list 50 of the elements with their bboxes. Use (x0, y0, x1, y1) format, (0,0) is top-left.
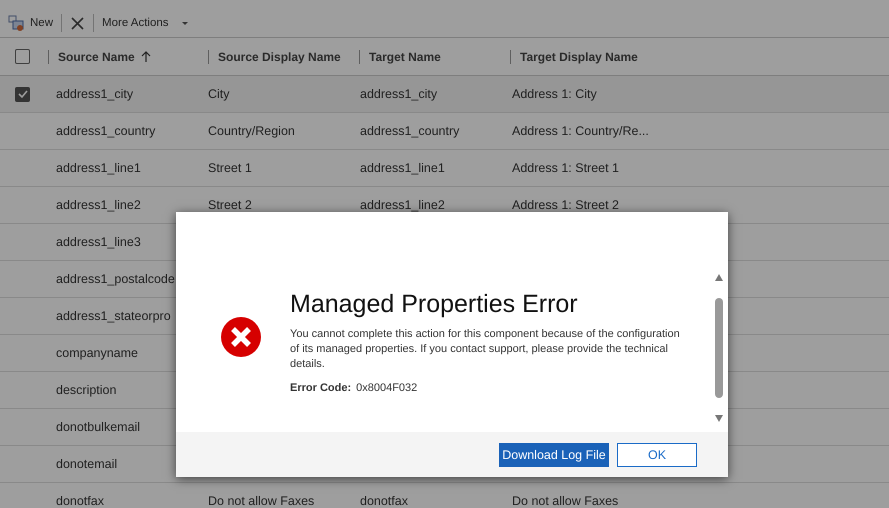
table-cell-text: donotfax (56, 494, 105, 508)
more-actions-menu[interactable]: More Actions (98, 11, 192, 35)
scroll-down-icon (715, 415, 723, 422)
table-cell-text: address1_postalcode (56, 272, 176, 286)
table-cell-text: donotfax (360, 494, 409, 508)
select-all-checkbox[interactable] (15, 49, 30, 64)
error-message: You cannot complete this action for this component because of the configuration of its managed properties. If you contact support, please provide the technical details. (290, 327, 681, 372)
table-cell-text: Street 1 (208, 161, 253, 175)
table-cell-text: Do not allow Faxes (512, 494, 620, 508)
column-header[interactable]: Source Name (48, 50, 208, 64)
table-cell-text: address1_line1 (360, 161, 446, 175)
table-cell-text: Address 1: Country/Re... (512, 124, 650, 138)
table-cell-text: address1_city (360, 87, 438, 101)
table-cell-text: companyname (56, 346, 139, 360)
scrollbar-thumb[interactable] (715, 298, 723, 398)
table-cell-text: donotemail (56, 457, 118, 471)
caret-icon (182, 22, 188, 24)
table-cell-text: Address 1: Street 1 (512, 161, 620, 175)
error-icon (221, 317, 261, 357)
table-cell-text: Address 1: Street 2 (512, 198, 620, 212)
new-record-icon (8, 15, 24, 31)
scroll-up-icon (715, 274, 723, 281)
column-header[interactable]: Source Display Name (208, 50, 359, 64)
row-checkbox[interactable] (15, 86, 30, 102)
table-cell-text: address1_country (360, 124, 460, 138)
scrollbar[interactable] (714, 274, 724, 422)
table-cell-text: address1_line3 (56, 235, 142, 249)
table-cell-text: City (208, 87, 231, 101)
table-cell-text: address1_line2 (360, 198, 446, 212)
table-cell-text: address1_line2 (56, 198, 142, 212)
new-button[interactable]: New (4, 11, 58, 35)
column-header[interactable]: Target Display Name (510, 50, 661, 64)
table-cell-text: address1_country (56, 124, 156, 138)
table-cell-text: Address 1: City (512, 87, 598, 101)
table-cell-text: address1_city (56, 87, 134, 101)
close-icon (70, 16, 86, 30)
download-log-button[interactable]: Download Log File (499, 442, 609, 466)
error-code-label: Error Code: (290, 382, 352, 394)
column-header[interactable]: Target Name (359, 50, 510, 64)
checkmark-icon (16, 88, 28, 100)
ok-button[interactable]: OK (617, 442, 697, 466)
table-cell-text: Country/Region (208, 124, 296, 138)
table-cell-text: Do not allow Faxes (208, 494, 316, 508)
table-cell-text: donotbulkemail (56, 420, 142, 434)
dialog-title: Managed Properties Error (290, 290, 579, 319)
table-cell-text: Street 2 (208, 198, 253, 212)
error-code-value: 0x8004F032 (356, 382, 418, 394)
table-cell-text: address1_stateorpro (56, 309, 172, 323)
table-cell-text: address1_line1 (56, 161, 142, 175)
table-cell-text: description (56, 383, 118, 397)
